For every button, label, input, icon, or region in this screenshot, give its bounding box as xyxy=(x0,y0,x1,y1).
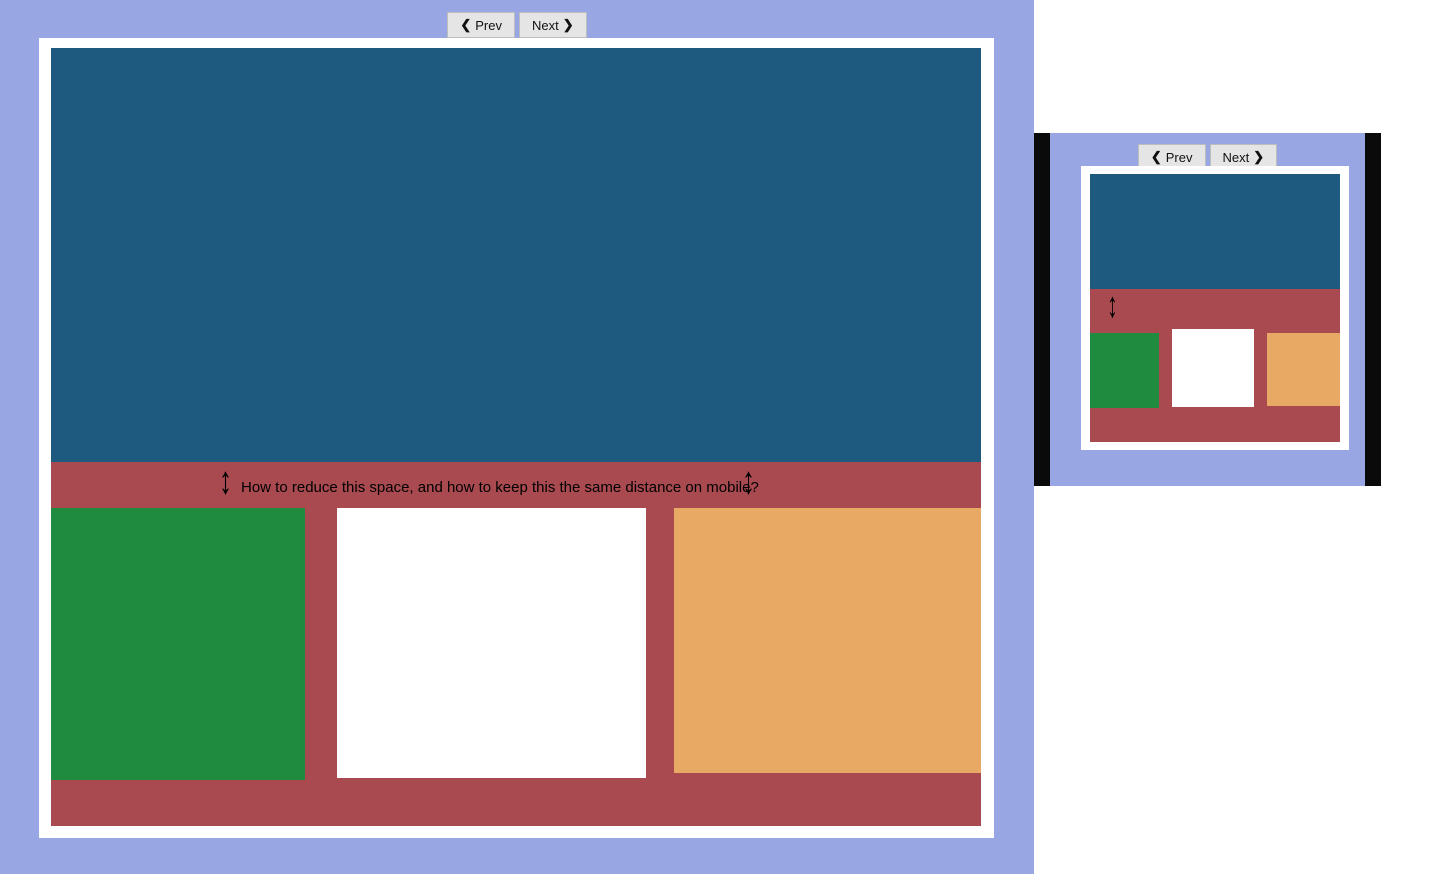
content-box-3 xyxy=(674,508,981,773)
nav-bar: ❮ Prev Next ❯ xyxy=(0,0,1034,38)
prev-button[interactable]: ❮ Prev xyxy=(447,12,515,38)
chevron-right-icon: ❯ xyxy=(1253,149,1264,165)
chevron-left-icon: ❮ xyxy=(460,17,471,33)
prev-button-label: Prev xyxy=(1166,150,1193,165)
next-button[interactable]: Next ❯ xyxy=(519,12,587,38)
content-box-2 xyxy=(1172,329,1254,407)
content-box-3 xyxy=(1267,333,1340,406)
content-box-1 xyxy=(1090,333,1159,408)
page-white-border: ↕ How to reduce this space, and how to k… xyxy=(39,38,994,838)
chevron-right-icon: ❯ xyxy=(563,17,574,33)
desktop-preview-frame: ❮ Prev Next ❯ ↕ How to reduce this space… xyxy=(0,0,1034,874)
prev-button-label: Prev xyxy=(475,18,502,33)
next-button-label: Next xyxy=(532,18,559,33)
vertical-arrows-icon: ↕ xyxy=(1107,288,1118,324)
chevron-left-icon: ❮ xyxy=(1151,149,1162,165)
hero-section xyxy=(51,48,981,462)
mobile-preview-frame: ❮ Prev Next ❯ ↕ xyxy=(1050,133,1365,486)
annotation-text: How to reduce this space, and how to kee… xyxy=(241,479,759,496)
page-white-border: ↕ xyxy=(1081,166,1349,450)
content-box-1 xyxy=(51,508,305,780)
vertical-arrows-icon: ↕ xyxy=(742,461,755,500)
page-body: ↕ xyxy=(1090,174,1340,442)
vertical-arrows-icon: ↕ xyxy=(219,461,232,500)
page-body: ↕ How to reduce this space, and how to k… xyxy=(51,48,981,826)
next-button-label: Next xyxy=(1223,150,1250,165)
mobile-preview-wrapper: ❮ Prev Next ❯ ↕ xyxy=(1034,133,1381,486)
content-box-2 xyxy=(337,508,646,778)
spacing-annotation: ↕ How to reduce this space, and how to k… xyxy=(51,466,981,508)
nav-bar: ❮ Prev Next ❯ xyxy=(1050,133,1365,170)
hero-section xyxy=(1090,174,1340,289)
